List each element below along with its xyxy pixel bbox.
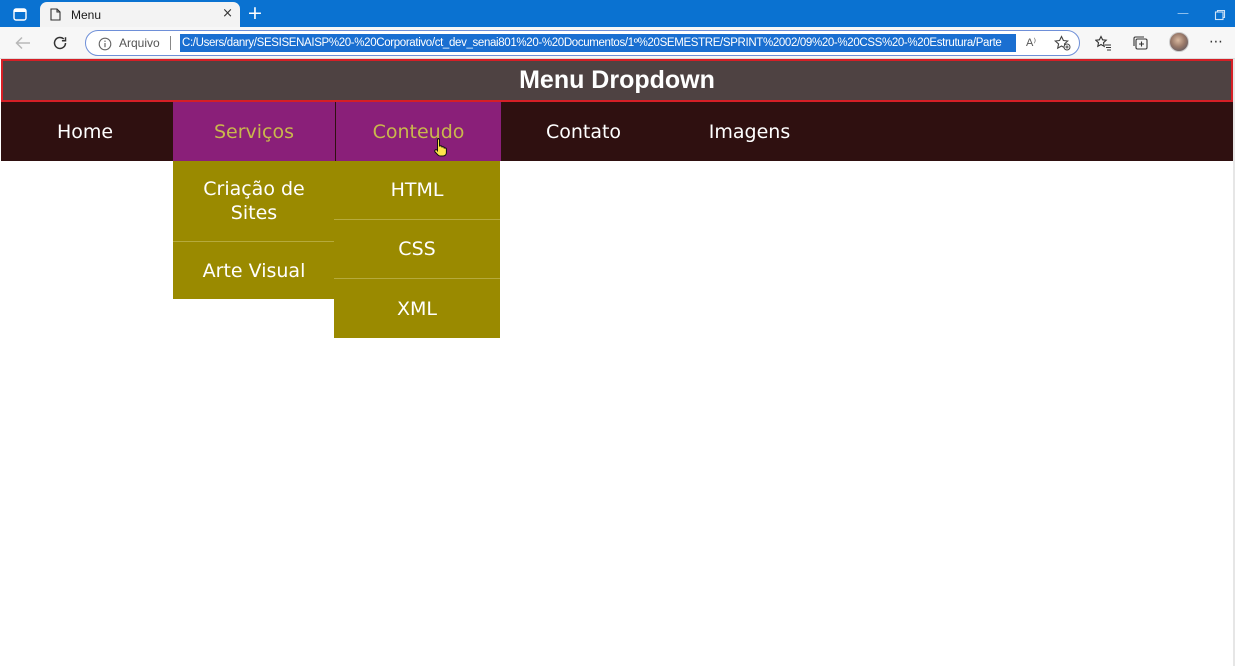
dropdown-item-css[interactable]: CSS (334, 220, 500, 279)
document-icon (50, 8, 62, 22)
window-icon[interactable] (8, 5, 32, 23)
info-icon[interactable] (98, 36, 112, 51)
url-text[interactable]: C:/Users/danry/SESISENAISP%20-%20Corpora… (180, 34, 1016, 52)
read-aloud-icon[interactable]: A⁾ (1026, 36, 1036, 49)
tab-title: Menu (71, 7, 102, 22)
collections-icon[interactable] (1131, 34, 1149, 52)
dropdown-item-arte-visual[interactable]: Arte Visual (173, 242, 335, 299)
dropdown-item-xml[interactable]: XML (334, 279, 500, 338)
minimize-icon[interactable]: — (1176, 6, 1190, 20)
favorites-icon[interactable] (1094, 34, 1112, 52)
hand-cursor-icon (434, 137, 448, 157)
page-title: Menu Dropdown (519, 66, 715, 94)
nav-item-imagens[interactable]: Imagens (667, 102, 832, 161)
address-bar[interactable]: Arquivo C:/Users/danry/SESISENAISP%20-%2… (85, 30, 1080, 56)
conteudo-dropdown: HTML CSS XML (334, 161, 500, 338)
new-tab-icon[interactable]: + (246, 2, 264, 24)
nav-item-contato[interactable]: Contato (501, 102, 666, 161)
servicos-dropdown: Criação de Sites Arte Visual (173, 161, 335, 299)
dropdown-item-criacao-de-sites[interactable]: Criação de Sites (173, 161, 335, 242)
back-icon[interactable] (14, 34, 32, 52)
tab-bar: Menu × + — (0, 0, 1235, 27)
site-info-label[interactable]: Arquivo (119, 36, 160, 50)
profile-avatar[interactable] (1169, 32, 1189, 52)
url-separator (170, 36, 171, 50)
restore-icon[interactable] (1214, 6, 1228, 21)
more-icon[interactable]: ⋯ (1207, 33, 1225, 51)
nav-item-conteudo[interactable]: Conteudo (336, 102, 501, 161)
refresh-icon[interactable] (51, 34, 69, 52)
browser-tab[interactable]: Menu × (40, 2, 240, 27)
nav-item-servicos[interactable]: Serviços (173, 102, 335, 161)
page-header: Menu Dropdown (1, 59, 1233, 102)
close-tab-icon[interactable]: × (222, 6, 233, 22)
main-nav: Home Serviços Conteudo Contato Imagens (1, 102, 1233, 161)
dropdown-item-html[interactable]: HTML (334, 161, 500, 220)
favorite-add-icon[interactable] (1054, 35, 1071, 51)
address-toolbar: Arquivo C:/Users/danry/SESISENAISP%20-%2… (0, 27, 1235, 59)
page-viewport: Menu Dropdown Home Serviços Conteudo Con… (0, 59, 1235, 666)
nav-item-home[interactable]: Home (1, 102, 169, 161)
